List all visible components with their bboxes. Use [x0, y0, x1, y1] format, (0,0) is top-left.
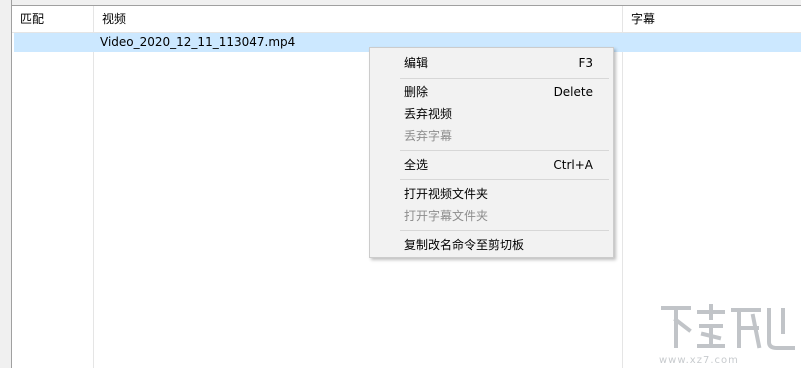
- menu-item-discard-subtitle[interactable]: 丢弃字幕: [372, 125, 611, 147]
- watermark-logo-icon: [661, 304, 795, 350]
- window-left-edge: [0, 0, 12, 368]
- menu-item-shortcut: F3: [578, 56, 593, 70]
- menu-item-shortcut: Delete: [553, 85, 593, 99]
- menu-item-copy-rename-command[interactable]: 复制改名命令至剪切板: [372, 234, 611, 256]
- menu-item-label: 打开字幕文件夹: [404, 209, 489, 223]
- menu-item-select-all[interactable]: 全选 Ctrl+A: [372, 154, 611, 176]
- menu-item-label: 复制改名命令至剪切板: [404, 238, 525, 252]
- watermark-text: www.xz7.com: [659, 355, 739, 366]
- column-gridline: [622, 32, 623, 368]
- list-header: 匹配 视频 字幕: [12, 6, 801, 33]
- cell-subtitle: [622, 33, 801, 52]
- menu-item-open-video-folder[interactable]: 打开视频文件夹: [372, 183, 611, 205]
- menu-item-delete[interactable]: 删除 Delete: [372, 81, 611, 103]
- menu-item-label: 删除: [404, 85, 429, 99]
- menu-item-label: 全选: [404, 158, 429, 172]
- column-header-subtitle[interactable]: 字幕: [623, 6, 801, 32]
- watermark-logo: www.xz7.com: [659, 302, 797, 366]
- menu-item-edit[interactable]: 编辑 F3: [372, 52, 611, 74]
- menu-item-label: 丢弃视频: [404, 107, 453, 121]
- menu-separator: [400, 179, 609, 180]
- menu-item-shortcut: Ctrl+A: [553, 158, 593, 172]
- column-header-match[interactable]: 匹配: [12, 6, 94, 32]
- context-menu: 编辑 F3 删除 Delete 丢弃视频 丢弃字幕 全选 Ctrl+A 打开视频…: [369, 47, 614, 258]
- menu-item-label: 丢弃字幕: [404, 129, 453, 143]
- column-gridline: [93, 32, 94, 368]
- menu-separator: [400, 78, 609, 79]
- column-header-video[interactable]: 视频: [94, 6, 622, 32]
- menu-item-label: 打开视频文件夹: [404, 187, 489, 201]
- menu-separator: [400, 230, 609, 231]
- cell-match: [14, 33, 94, 52]
- menu-item-open-subtitle-folder[interactable]: 打开字幕文件夹: [372, 205, 611, 227]
- menu-item-label: 编辑: [404, 56, 429, 70]
- menu-separator: [400, 150, 609, 151]
- menu-item-discard-video[interactable]: 丢弃视频: [372, 103, 611, 125]
